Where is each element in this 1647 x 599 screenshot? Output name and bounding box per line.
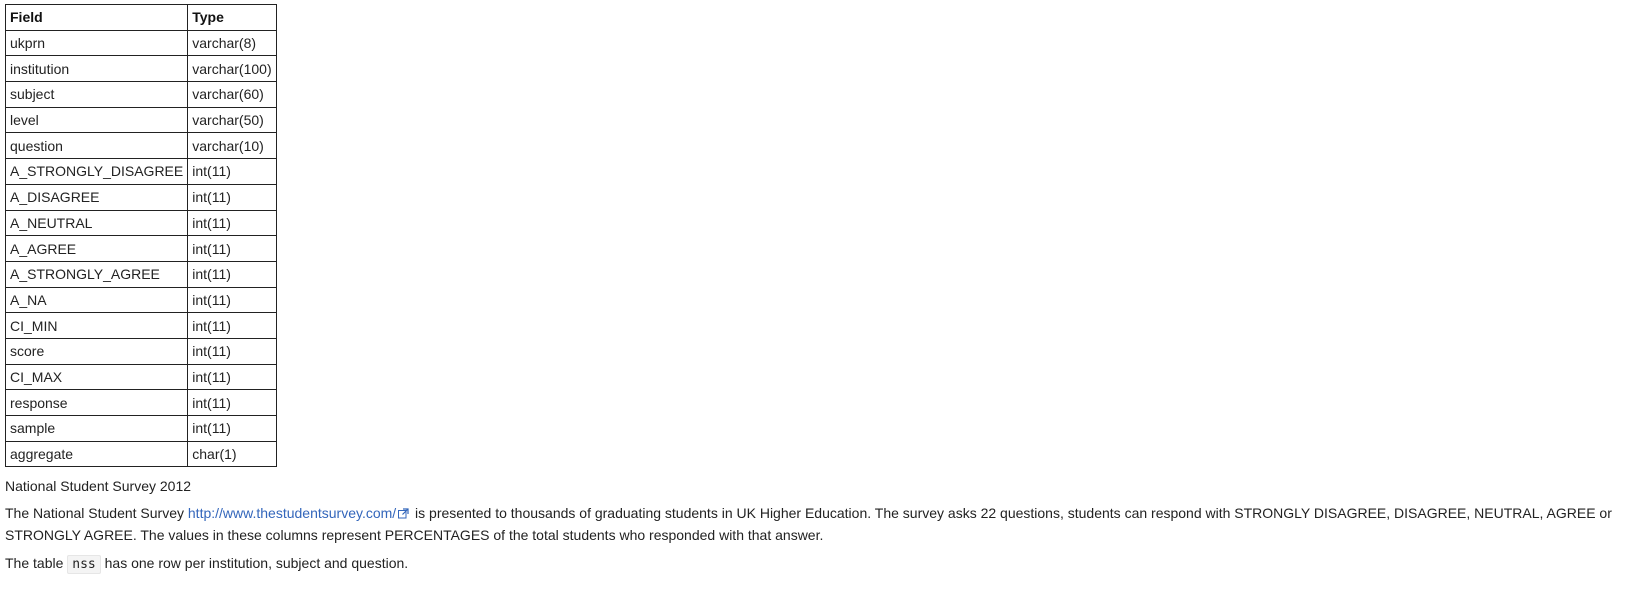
field-name-cell: A_NEUTRAL <box>4 209 189 237</box>
external-link-icon <box>398 504 409 525</box>
field-type-cell: int(11) <box>187 363 277 391</box>
table-row: A_NEUTRAL int(11) <box>4 209 277 237</box>
table-row: score int(11) <box>4 337 277 365</box>
table-row: A_STRONGLY_AGREE int(11) <box>4 260 277 288</box>
field-name-cell: CI_MAX <box>4 363 189 391</box>
field-name-cell: institution <box>4 55 189 83</box>
field-name-cell: score <box>4 337 189 365</box>
table-row: CI_MAX int(11) <box>4 363 277 391</box>
dataset-title: National Student Survey 2012 <box>5 478 192 495</box>
description-text-start: The National Student Survey <box>5 505 188 522</box>
table-row: question varchar(10) <box>4 132 277 160</box>
survey-link[interactable]: http://www.thestudentsurvey.com/ <box>188 505 411 521</box>
schema-table: Field Type ukprn varchar(8) institution var… <box>4 4 277 468</box>
field-name-cell: A_STRONGLY_AGREE <box>4 260 189 288</box>
table-row: institution varchar(100) <box>4 55 277 83</box>
field-name-cell: ukprn <box>4 29 189 57</box>
table-row: ukprn varchar(8) <box>4 29 277 57</box>
field-type-cell: int(11) <box>187 183 277 211</box>
table-row: response int(11) <box>4 389 277 416</box>
table-note-start: The table <box>5 555 68 572</box>
table-row: CI_MIN int(11) <box>4 312 277 339</box>
table-row: subject varchar(60) <box>4 81 277 108</box>
page-content: Field Type ukprn varchar(8) institution var… <box>4 4 1625 575</box>
table-row: A_AGREE int(11) <box>4 235 277 262</box>
field-type-cell: char(1) <box>187 440 277 468</box>
field-type-cell: int(11) <box>187 312 277 339</box>
table-note: The table nss has one row per institutio… <box>5 553 1625 575</box>
table-row: A_DISAGREE int(11) <box>4 183 277 211</box>
table-row: A_STRONGLY_DISAGREE int(11) <box>4 158 277 185</box>
field-name-cell: A_AGREE <box>4 235 189 262</box>
field-type-cell: int(11) <box>187 260 277 288</box>
column-header-type: Type <box>187 4 277 31</box>
table-note-end: has one row per institution, subject and… <box>100 555 409 572</box>
field-type-cell: int(11) <box>187 415 277 442</box>
field-name-cell: question <box>4 132 189 160</box>
field-type-cell: varchar(60) <box>187 81 277 108</box>
field-type-cell: int(11) <box>187 389 277 416</box>
field-name-cell: CI_MIN <box>4 312 189 339</box>
field-type-cell: int(11) <box>187 209 277 237</box>
field-name-cell: subject <box>4 81 189 108</box>
field-name-cell: level <box>4 106 189 134</box>
field-type-cell: int(11) <box>187 158 277 185</box>
field-type-cell: varchar(8) <box>187 29 277 57</box>
table-row: aggregate char(1) <box>4 440 277 468</box>
table-header-row: Field Type <box>4 4 277 31</box>
table-row: level varchar(50) <box>4 106 277 134</box>
table-row: sample int(11) <box>4 415 277 442</box>
schema-table-body: ukprn varchar(8) institution varchar(100) su… <box>4 29 277 468</box>
table-row: A_NA int(11) <box>4 286 277 314</box>
dataset-description: The National Student Survey http://www.t… <box>5 503 1625 546</box>
field-type-cell: int(11) <box>187 235 277 262</box>
field-type-cell: int(11) <box>187 286 277 314</box>
field-name-cell: A_DISAGREE <box>4 183 189 211</box>
field-type-cell: int(11) <box>187 337 277 365</box>
field-name-cell: aggregate <box>4 440 189 468</box>
field-name-cell: A_STRONGLY_DISAGREE <box>4 158 189 185</box>
field-name-cell: A_NA <box>4 286 189 314</box>
field-name-cell: response <box>4 389 189 416</box>
field-name-cell: sample <box>4 415 189 442</box>
field-type-cell: varchar(100) <box>187 55 277 83</box>
field-type-cell: varchar(10) <box>187 132 277 160</box>
column-header-field: Field <box>4 4 189 31</box>
table-name-code: nss <box>67 555 101 575</box>
field-type-cell: varchar(50) <box>187 106 277 134</box>
survey-link-text: http://www.thestudentsurvey.com/ <box>187 505 397 522</box>
